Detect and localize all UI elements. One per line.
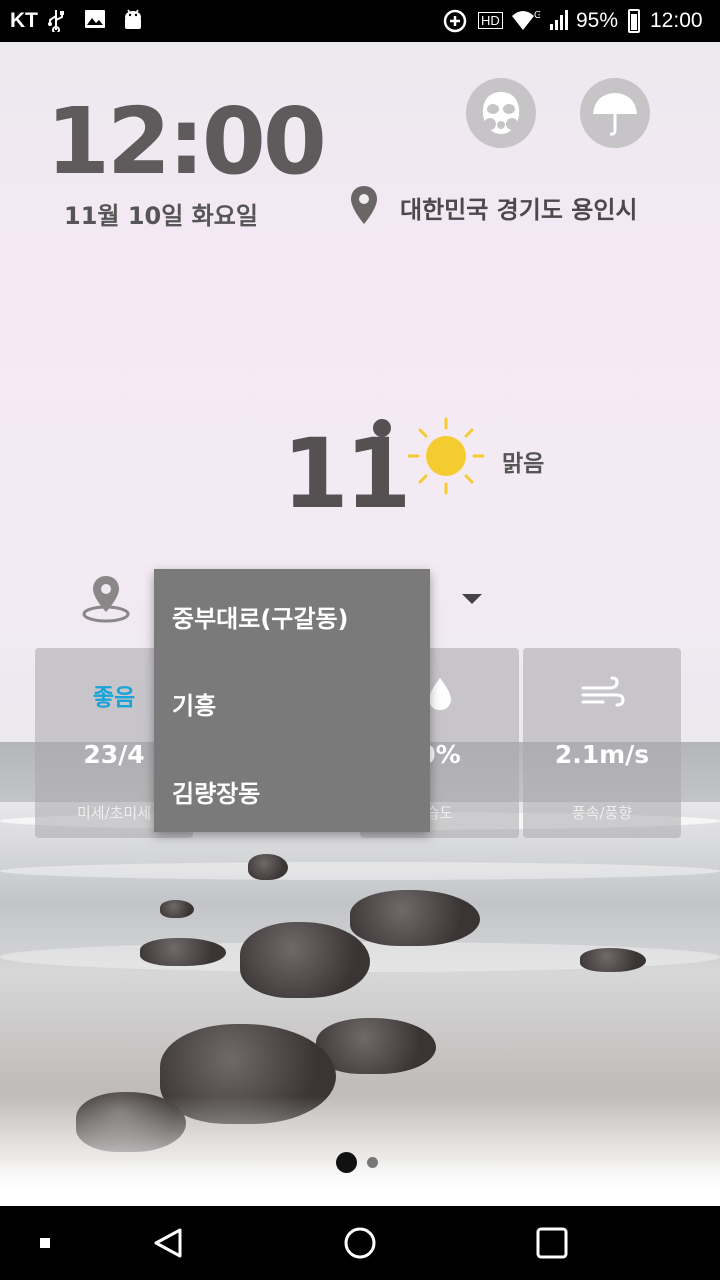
station-dropdown: 중부대로(구갈동) 기흥 김량장동: [154, 569, 430, 832]
hd-voice-icon: HD: [478, 12, 503, 29]
bottom-fade: [0, 1096, 720, 1206]
wifi-icon: G: [510, 8, 542, 39]
weather-condition: 맑음: [502, 451, 545, 477]
rock: [580, 948, 646, 972]
dropdown-item[interactable]: 기흥: [172, 686, 216, 721]
sun-icon: [406, 416, 486, 496]
carrier-label: KT: [10, 9, 38, 32]
rock: [140, 938, 226, 966]
clock-time: 12:00: [46, 88, 327, 195]
page-indicator-active[interactable]: [336, 1152, 357, 1173]
rock: [240, 922, 370, 998]
location-pin-icon: [348, 184, 380, 230]
gallery-icon: [84, 8, 106, 37]
gas-mask-icon[interactable]: [466, 78, 536, 148]
home-button[interactable]: [320, 1206, 400, 1280]
data-saver-icon: [442, 8, 468, 41]
wave: [0, 862, 720, 880]
network-type-label: G: [534, 10, 540, 21]
station-pin-icon[interactable]: [80, 572, 132, 624]
temperature: 11: [282, 418, 412, 530]
dropdown-item[interactable]: 중부대로(구갈동): [172, 599, 349, 634]
menu-button[interactable]: [5, 1206, 85, 1280]
page-indicator-inactive[interactable]: [367, 1157, 378, 1168]
recent-apps-button[interactable]: [512, 1206, 592, 1280]
status-time: 12:00: [650, 9, 703, 32]
wind-label: 풍속/풍향: [571, 804, 633, 822]
navigation-bar: [0, 1206, 720, 1280]
android-debug-icon: [122, 8, 144, 39]
usb-icon: [46, 8, 66, 39]
umbrella-icon[interactable]: [580, 78, 650, 148]
status-bar: KT HD G 95% 12:00: [0, 0, 720, 42]
wind-value: 2.1m/s: [554, 740, 650, 769]
signal-icon: [548, 8, 572, 39]
battery-percent: 95%: [576, 9, 619, 32]
location-text: 대한민국 경기도 용인시: [400, 196, 638, 224]
rock: [160, 900, 194, 918]
back-button[interactable]: [128, 1206, 208, 1280]
degree-symbol: [373, 419, 391, 437]
clock-date: 11월 10일 화요일: [64, 202, 258, 230]
rock: [248, 854, 288, 880]
dropdown-item[interactable]: 김량장동: [172, 774, 260, 809]
wind-icon: [523, 676, 681, 716]
rock: [350, 890, 480, 946]
wind-card[interactable]: 2.1m/s 풍속/풍향: [523, 648, 681, 838]
battery-icon: [628, 9, 640, 33]
dropdown-arrow-icon[interactable]: [462, 594, 482, 604]
